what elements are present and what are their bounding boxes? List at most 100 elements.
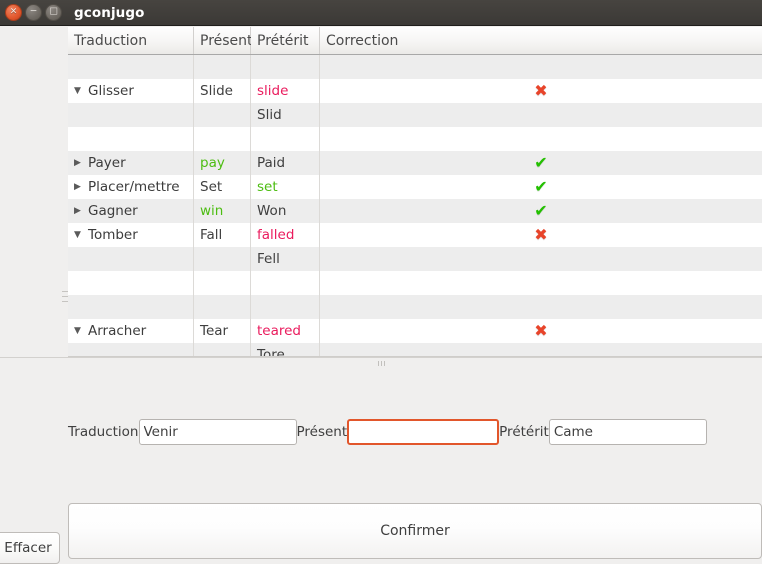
vertical-scroll-grip[interactable] [62,291,68,302]
cell-traduction [68,343,194,356]
cell-present [194,55,251,79]
column-header-present[interactable]: Présent [194,27,253,54]
cross-icon: ✖ [534,225,548,244]
cross-icon: ✖ [534,81,548,100]
cell-present [194,127,251,151]
verbs-tree-view: Traduction Présent Prétérit Correction ▼… [68,27,762,357]
clear-button[interactable]: Effacer [0,532,60,564]
traduction-text: Payer [88,155,126,171]
cell-present: Set [194,175,251,199]
maximize-icon[interactable]: □ [45,4,62,21]
cell-correction [320,55,762,79]
cell-traduction: ▶ Payer [68,151,194,175]
check-icon: ✔ [534,201,548,220]
preterit-input[interactable] [548,419,707,445]
window-controls: × − □ [0,4,62,21]
table-row[interactable] [68,127,762,151]
window-title: gconjugo [74,4,145,21]
expander-open-icon[interactable]: ▼ [74,86,86,96]
check-icon: ✔ [534,177,548,196]
table-header-row: Traduction Présent Prétérit Correction [68,27,762,55]
table-row[interactable]: ▶ Gagner win Won ✔ [68,199,762,223]
minimize-icon[interactable]: − [25,4,42,21]
cell-correction [320,343,762,356]
table-row[interactable] [68,295,762,319]
preterit-label: Prétérit [499,424,549,440]
table-row[interactable]: Slid [68,103,762,127]
present-input[interactable] [347,419,500,445]
cell-correction [320,295,762,319]
cell-present: Tear [194,319,251,343]
cell-preterit: slide [251,79,320,103]
table-row[interactable]: Fell [68,247,762,271]
column-header-correction[interactable]: Correction [320,27,762,54]
cell-preterit: Won [251,199,320,223]
cell-traduction: ▼ Arracher [68,319,194,343]
cell-present [194,103,251,127]
cell-preterit: Fell [251,247,320,271]
cell-present: Fall [194,223,251,247]
cell-correction: ✔ [320,151,762,175]
cell-preterit: Slid [251,103,320,127]
cell-correction: ✔ [320,199,762,223]
cell-correction: ✖ [320,79,762,103]
cell-traduction: ▶ Gagner [68,199,194,223]
splitter-grip-icon [377,360,385,366]
cell-present [194,271,251,295]
cell-traduction: ▶ Placer/mettre [68,175,194,199]
cell-correction: ✔ [320,175,762,199]
column-header-traduction[interactable]: Traduction [68,27,194,54]
traduction-text: Arracher [88,323,147,339]
expander-closed-icon[interactable]: ▶ [74,182,86,192]
close-icon[interactable]: × [5,4,22,21]
maximize-glyph: □ [49,6,58,17]
table-row[interactable]: ▼ Glisser Slide slide ✖ [68,79,762,103]
traduction-label: Traduction [68,424,139,440]
cell-traduction [68,247,194,271]
cell-present: win [194,199,251,223]
cell-traduction [68,271,194,295]
cell-correction: ✖ [320,223,762,247]
cell-preterit: set [251,175,320,199]
traduction-text: Placer/mettre [88,179,180,195]
check-icon: ✔ [534,153,548,172]
column-header-preterit[interactable]: Prétérit [251,27,320,54]
entry-form: Traduction Présent Prétérit [68,418,762,446]
table-row[interactable]: Tore [68,343,762,356]
table-body: ▼ Glisser Slide slide ✖ Slid ▶ Payer pay Paid ✔ ▶ Pl… [68,55,762,357]
cell-preterit [251,271,320,295]
minimize-glyph: − [29,6,38,17]
expander-open-icon[interactable]: ▼ [74,230,86,240]
close-glyph: × [9,6,18,17]
expander-closed-icon[interactable]: ▶ [74,206,86,216]
expander-closed-icon[interactable]: ▶ [74,158,86,168]
traduction-text: Gagner [88,203,138,219]
table-row[interactable] [68,271,762,295]
expander-open-icon[interactable]: ▼ [74,326,86,336]
traduction-input[interactable] [138,419,297,445]
table-row[interactable]: ▼ Tomber Fall falled ✖ [68,223,762,247]
pane-splitter[interactable] [0,357,762,368]
cross-icon: ✖ [534,321,548,340]
table-row[interactable]: ▼ Arracher Tear teared ✖ [68,319,762,343]
cell-preterit: falled [251,223,320,247]
cell-traduction [68,127,194,151]
cell-preterit: Paid [251,151,320,175]
table-row[interactable]: ▶ Placer/mettre Set set ✔ [68,175,762,199]
table-row[interactable] [68,55,762,79]
confirm-button[interactable]: Confirmer [68,503,762,559]
cell-preterit [251,55,320,79]
cell-preterit [251,295,320,319]
cell-preterit: teared [251,319,320,343]
cell-traduction: ▼ Glisser [68,79,194,103]
cell-correction [320,103,762,127]
cell-correction [320,127,762,151]
present-label: Présent [296,424,348,440]
cell-present: pay [194,151,251,175]
cell-preterit [251,127,320,151]
cell-present [194,343,251,356]
table-row[interactable]: ▶ Payer pay Paid ✔ [68,151,762,175]
cell-correction [320,271,762,295]
cell-traduction: ▼ Tomber [68,223,194,247]
traduction-text: Glisser [88,83,134,99]
